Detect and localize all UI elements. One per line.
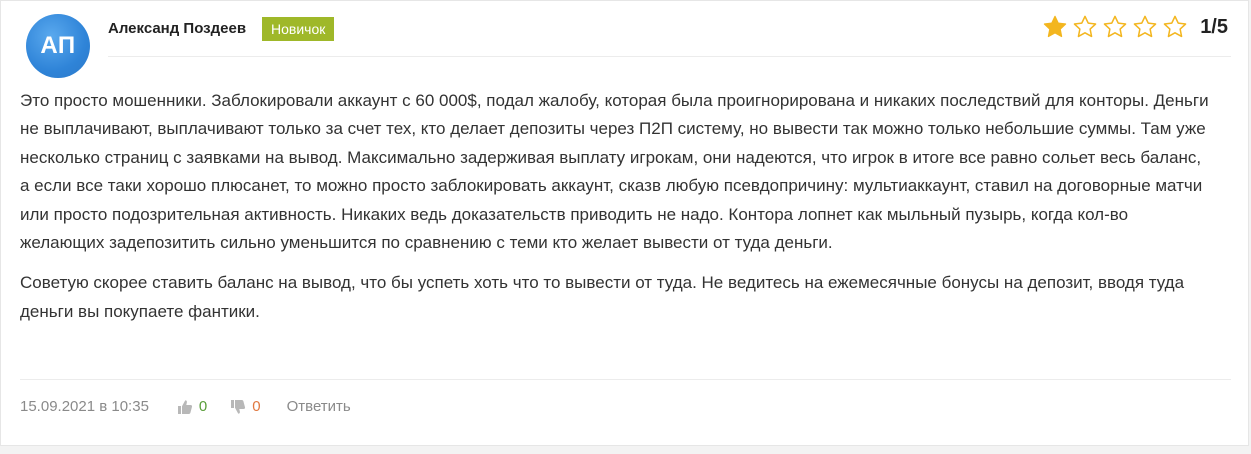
reply-link[interactable]: Ответить: [287, 398, 351, 415]
review-date: 15.09.2021 в 10:35: [20, 398, 149, 415]
review-text: Это просто мошенники. Заблокировали акка…: [20, 87, 1210, 326]
review-paragraph: Это просто мошенники. Заблокировали акка…: [20, 91, 1209, 253]
like-count: 0: [198, 398, 208, 415]
header-divider: [108, 56, 1231, 57]
rating: 1/5: [1042, 14, 1228, 40]
review-footer: 15.09.2021 в 10:35 0 0 Ответить: [20, 398, 351, 415]
like-button[interactable]: 0: [177, 398, 207, 415]
rating-value: 1/5: [1200, 15, 1228, 38]
dislike-button[interactable]: 0: [230, 398, 261, 415]
author-name[interactable]: Александ Поздеев: [108, 20, 246, 37]
star-empty-icon: [1073, 15, 1097, 38]
star-filled-icon: [1043, 15, 1067, 38]
status-badge: Новичок: [262, 17, 335, 41]
dislike-count: 0: [252, 398, 261, 415]
review-paragraph: Советую скорее ставить баланс на вывод, …: [20, 273, 1185, 321]
review-card: АП Александ Поздеев Новичок 1/5 Это прос…: [0, 0, 1249, 446]
footer-divider: [20, 379, 1231, 380]
star-empty-icon: [1163, 15, 1187, 38]
thumbs-up-icon: [177, 399, 192, 414]
star-empty-icon: [1133, 15, 1157, 38]
rating-stars: [1042, 14, 1188, 40]
avatar[interactable]: АП: [26, 14, 90, 78]
star-empty-icon: [1103, 15, 1127, 38]
avatar-initials: АП: [40, 32, 76, 59]
thumbs-down-icon: [231, 399, 246, 414]
